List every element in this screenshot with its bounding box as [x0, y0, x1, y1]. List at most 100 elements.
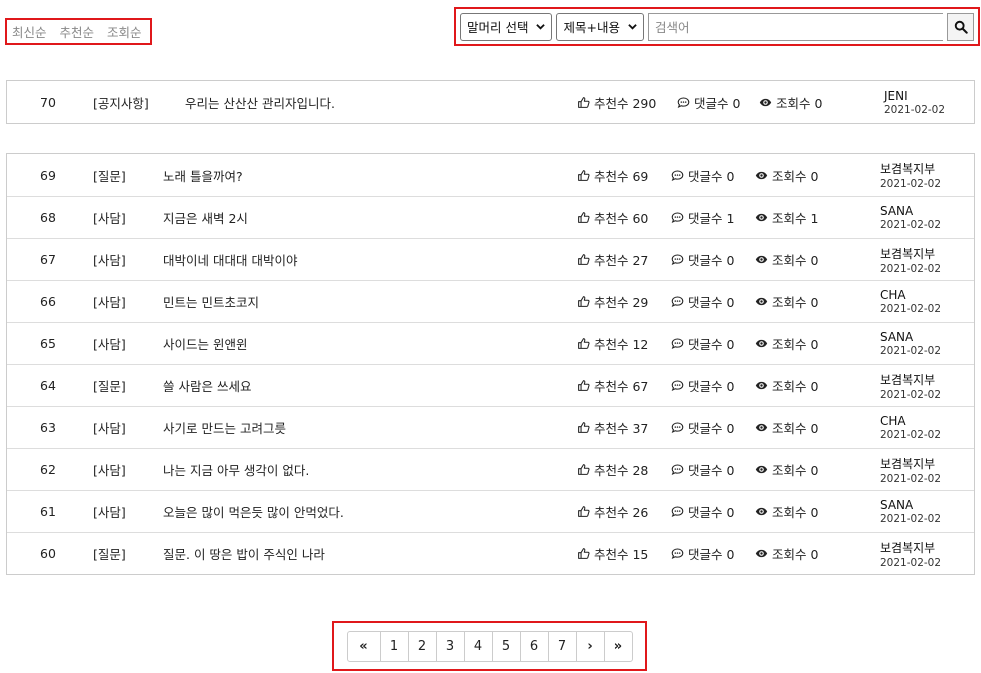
post-date: 2021-02-02 — [880, 388, 942, 401]
search-icon — [954, 20, 968, 34]
post-author: JENI 2021-02-02 — [884, 81, 945, 123]
post-views: 조회수 0 — [755, 281, 818, 322]
post-table: 69 [질문] 노래 틀을까여? 추천수 69 댓글수 0 조회수 0 보겸복지… — [6, 153, 975, 575]
post-title[interactable]: 지금은 새벽 2시 — [163, 197, 248, 238]
post-date: 2021-02-02 — [880, 556, 942, 569]
sort-latest[interactable]: 최신순 — [12, 22, 47, 41]
post-category: [공지사항] — [93, 95, 149, 111]
page-5-button[interactable]: 5 — [491, 631, 520, 661]
post-author: SANA 2021-02-02 — [880, 323, 941, 364]
page-7-button[interactable]: 7 — [547, 631, 576, 661]
post-title[interactable]: 사기로 만드는 고려그릇 — [163, 407, 286, 448]
page-4-button[interactable]: 4 — [463, 631, 492, 661]
post-author: 보겸복지부 2021-02-02 — [880, 449, 941, 490]
field-select[interactable]: 제목+내용 — [556, 12, 644, 41]
post-comments: 댓글수 0 — [671, 533, 734, 574]
comment-icon — [671, 296, 684, 307]
page-3-button[interactable]: 3 — [435, 631, 464, 661]
table-row[interactable]: 64 [질문] 쓸 사람은 쓰세요 추천수 67 댓글수 0 조회수 0 보겸복… — [7, 364, 974, 406]
table-row[interactable]: 65 [사담] 사이드는 윈앤윈 추천수 12 댓글수 0 조회수 0 SANA… — [7, 322, 974, 364]
eye-icon — [755, 171, 768, 179]
post-views: 조회수 0 — [755, 239, 818, 280]
eye-icon — [755, 213, 768, 222]
post-title[interactable]: 노래 틀을까여? — [163, 154, 243, 196]
post-category: [사담] — [93, 337, 126, 352]
post-likes: 추천수 37 — [577, 407, 648, 448]
sort-recommended[interactable]: 추천순 — [60, 22, 95, 41]
eye-icon — [755, 423, 768, 432]
header-select-value: 말머리 선택 — [467, 20, 529, 35]
search-bar: 말머리 선택 제목+내용 검색어 — [454, 7, 980, 46]
post-likes: 추천수 28 — [577, 449, 648, 490]
post-title[interactable]: 우리는 산산산 관리자입니다. — [185, 81, 335, 123]
post-date: 2021-02-02 — [880, 429, 942, 441]
post-author: CHA 2021-02-02 — [880, 281, 941, 322]
table-row[interactable]: 61 [사담] 오늘은 많이 먹은듯 많이 안먹었다. 추천수 26 댓글수 0… — [7, 490, 974, 532]
field-select-value: 제목+내용 — [563, 20, 620, 35]
post-likes: 추천수 60 — [577, 197, 648, 238]
comment-icon — [671, 254, 684, 265]
author-name: CHA — [880, 414, 906, 428]
page-1-button[interactable]: 1 — [379, 631, 408, 661]
comment-icon — [671, 170, 684, 181]
post-author: 보겸복지부 2021-02-02 — [880, 154, 941, 196]
post-title[interactable]: 질문. 이 땅은 밥이 주식인 나라 — [163, 533, 325, 574]
thumbs-up-icon — [578, 380, 590, 391]
last-page-button[interactable]: » — [603, 631, 632, 661]
comment-icon — [677, 97, 690, 108]
post-title[interactable]: 쓸 사람은 쓰세요 — [163, 365, 251, 406]
table-row[interactable]: 69 [질문] 노래 틀을까여? 추천수 69 댓글수 0 조회수 0 보겸복지… — [7, 154, 974, 196]
first-page-button[interactable]: « — [348, 632, 380, 661]
post-comments: 댓글수 0 — [671, 323, 734, 364]
table-row[interactable]: 60 [질문] 질문. 이 땅은 밥이 주식인 나라 추천수 15 댓글수 0 … — [7, 532, 974, 574]
page-2-button[interactable]: 2 — [407, 631, 436, 661]
table-row[interactable]: 67 [사담] 대박이네 대대대 대박이야 추천수 27 댓글수 0 조회수 0… — [7, 238, 974, 280]
author-name: SANA — [880, 498, 914, 512]
table-row[interactable]: 68 [사담] 지금은 새벽 2시 추천수 60 댓글수 1 조회수 1 SAN… — [7, 196, 974, 238]
post-title[interactable]: 대박이네 대대대 대박이야 — [163, 239, 297, 280]
header-select[interactable]: 말머리 선택 — [460, 12, 553, 41]
post-date: 2021-02-02 — [880, 345, 942, 357]
sort-options: 최신순 추천순 조회순 — [5, 18, 152, 45]
post-category: [사담] — [93, 211, 126, 226]
search-button[interactable] — [947, 12, 974, 41]
post-number: 65 — [40, 336, 56, 351]
thumbs-up-icon — [578, 212, 590, 223]
post-number: 61 — [40, 504, 56, 519]
table-row[interactable]: 66 [사담] 민트는 민트초코지 추천수 29 댓글수 0 조회수 0 CHA… — [7, 280, 974, 322]
post-number: 62 — [40, 462, 56, 477]
author-name: 보겸복지부 — [880, 246, 936, 261]
post-likes: 추천수 29 — [577, 281, 648, 322]
post-title[interactable]: 나는 지금 아무 생각이 없다. — [163, 449, 309, 490]
search-input[interactable]: 검색어 — [647, 12, 943, 41]
post-title[interactable]: 사이드는 윈앤윈 — [163, 323, 247, 364]
post-category: [질문] — [93, 379, 126, 394]
table-row[interactable]: 62 [사담] 나는 지금 아무 생각이 없다. 추천수 28 댓글수 0 조회… — [7, 448, 974, 490]
post-comments: 댓글수 0 — [671, 281, 734, 322]
post-date: 2021-02-02 — [880, 472, 942, 485]
post-title[interactable]: 민트는 민트초코지 — [163, 281, 259, 322]
notice-table: 70 [공지사항] 우리는 산산산 관리자입니다. 추천수 290 댓글수 0 … — [6, 80, 975, 124]
eye-icon — [755, 297, 768, 306]
comment-icon — [671, 464, 684, 475]
post-likes: 추천수 67 — [577, 365, 648, 406]
thumbs-up-icon — [578, 254, 590, 265]
sort-views[interactable]: 조회순 — [107, 22, 142, 41]
post-number: 66 — [40, 294, 56, 309]
post-views: 조회수 1 — [755, 197, 818, 238]
post-likes: 추천수 290 — [577, 81, 656, 123]
post-number: 64 — [40, 378, 56, 393]
post-views: 조회수 0 — [755, 407, 818, 448]
post-title[interactable]: 오늘은 많이 먹은듯 많이 안먹었다. — [163, 491, 344, 532]
comment-icon — [671, 548, 684, 559]
post-comments: 댓글수 0 — [671, 407, 734, 448]
notice-row[interactable]: 70 [공지사항] 우리는 산산산 관리자입니다. 추천수 290 댓글수 0 … — [7, 81, 974, 123]
search-placeholder: 검색어 — [654, 20, 690, 35]
eye-icon — [755, 549, 768, 558]
page-6-button[interactable]: 6 — [519, 631, 548, 661]
next-page-button[interactable]: › — [575, 631, 604, 661]
thumbs-up-icon — [578, 422, 590, 433]
table-row[interactable]: 63 [사담] 사기로 만드는 고려그릇 추천수 37 댓글수 0 조회수 0 … — [7, 406, 974, 448]
post-comments: 댓글수 0 — [671, 154, 734, 196]
pagination: « 1 2 3 4 5 6 7 ›» — [346, 630, 633, 662]
